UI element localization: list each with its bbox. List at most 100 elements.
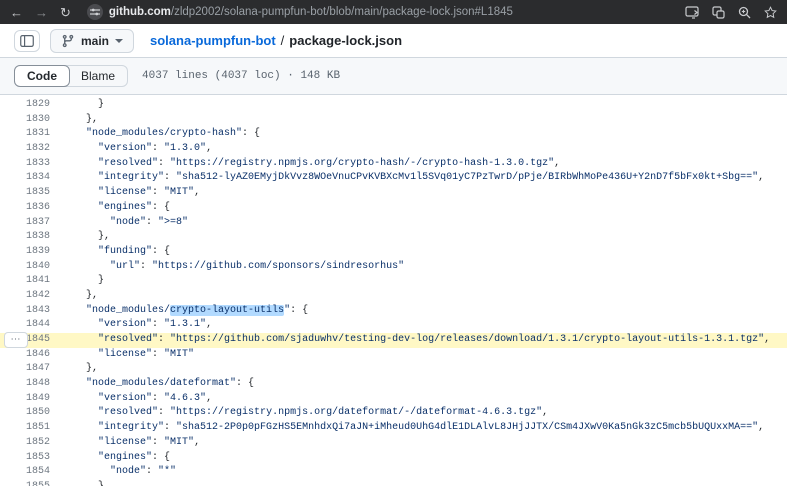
code-blame-toggle: Code Blame — [14, 65, 128, 87]
code-line: 1832 "version": "1.3.0", — [0, 142, 787, 157]
code-line: 1837 "node": ">=8" — [0, 216, 787, 231]
line-number[interactable]: 1851 — [0, 421, 50, 436]
code-line: 1834 "integrity": "sha512-lyAZ0EMyjDkVvz… — [0, 171, 787, 186]
code-line: 1831 "node_modules/crypto-hash": { — [0, 127, 787, 142]
line-content: "integrity": "sha512-2P0p0pFGzHS5EMnhdxQ… — [0, 421, 787, 436]
line-number[interactable]: 1831 — [0, 127, 50, 142]
breadcrumb-separator: / — [281, 33, 285, 48]
line-content: }, — [0, 289, 787, 304]
line-number[interactable]: 1849 — [0, 392, 50, 407]
line-number[interactable]: 1844 — [0, 318, 50, 333]
line-number[interactable]: 1837 — [0, 216, 50, 231]
line-number[interactable]: 1835 — [0, 186, 50, 201]
code-line: 1840 "url": "https://github.com/sponsors… — [0, 260, 787, 275]
git-branch-icon — [61, 34, 75, 48]
line-content: "version": "4.6.3", — [0, 392, 787, 407]
line-number[interactable]: 1834 — [0, 171, 50, 186]
code-lines: 1829 }1830 },1831 "node_modules/crypto-h… — [0, 95, 787, 486]
line-number[interactable]: 1836 — [0, 201, 50, 216]
line-number[interactable]: 1847 — [0, 362, 50, 377]
breadcrumb: solana-pumpfun-bot / package-lock.json — [150, 33, 402, 48]
line-number[interactable]: 1829 — [0, 98, 50, 113]
line-content: "license": "MIT", — [0, 186, 787, 201]
translate-icon[interactable] — [712, 6, 725, 19]
line-content: "engines": { — [0, 451, 787, 466]
address-bar[interactable]: github.com/zldp2002/solana-pumpfun-bot/b… — [87, 4, 673, 20]
forward-icon[interactable]: → — [35, 6, 48, 19]
code-line: 1855 } — [0, 480, 787, 486]
line-content: } — [0, 480, 787, 486]
file-meta-info: 4037 lines (4037 loc) · 148 KB — [142, 70, 340, 82]
code-line: 1833 "resolved": "https://registry.npmjs… — [0, 157, 787, 172]
breadcrumb-repo-link[interactable]: solana-pumpfun-bot — [150, 33, 276, 48]
code-line: 1851 "integrity": "sha512-2P0p0pFGzHS5EM… — [0, 421, 787, 436]
branch-selector[interactable]: main — [50, 29, 134, 53]
zoom-icon[interactable] — [738, 6, 751, 19]
line-number[interactable]: 1840 — [0, 260, 50, 275]
code-line: 1852 "license": "MIT", — [0, 436, 787, 451]
line-content: "resolved": "https://registry.npmjs.org/… — [0, 157, 787, 172]
code-line: 1841 } — [0, 274, 787, 289]
line-content: }, — [0, 113, 787, 128]
reload-icon[interactable]: ↻ — [60, 6, 71, 19]
line-content: "license": "MIT", — [0, 436, 787, 451]
code-line: 1839 "funding": { — [0, 245, 787, 260]
tab-code[interactable]: Code — [14, 65, 70, 87]
back-icon[interactable]: ← — [10, 6, 23, 19]
line-number[interactable]: 1853 — [0, 451, 50, 466]
line-content: "funding": { — [0, 245, 787, 260]
line-content: "resolved": "https://github.com/sjaduwhv… — [0, 333, 787, 348]
file-tree-toggle-button[interactable] — [14, 30, 40, 52]
code-line: 1849 "version": "4.6.3", — [0, 392, 787, 407]
bookmark-star-icon[interactable] — [764, 6, 777, 19]
line-number[interactable]: 1846 — [0, 348, 50, 363]
line-content: } — [0, 274, 787, 289]
browser-toolbar: ← → ↻ github.com/zldp2002/solana-pumpfun… — [0, 0, 787, 24]
line-number[interactable]: 1848 — [0, 377, 50, 392]
line-number[interactable]: 1841 — [0, 274, 50, 289]
code-line: 1846 "license": "MIT" — [0, 348, 787, 363]
tab-blame[interactable]: Blame — [69, 66, 127, 86]
code-line: 1842 }, — [0, 289, 787, 304]
line-number[interactable]: 1833 — [0, 157, 50, 172]
code-line: 1835 "license": "MIT", — [0, 186, 787, 201]
line-number[interactable]: 1839 — [0, 245, 50, 260]
line-content: "engines": { — [0, 201, 787, 216]
line-number[interactable]: 1842 — [0, 289, 50, 304]
line-content: "resolved": "https://registry.npmjs.org/… — [0, 406, 787, 421]
line-content: "node_modules/dateformat": { — [0, 377, 787, 392]
code-line: 1854 "node": "*" — [0, 465, 787, 480]
line-number[interactable]: 1838 — [0, 230, 50, 245]
line-number[interactable]: 1850 — [0, 406, 50, 421]
line-number[interactable]: 1854 — [0, 465, 50, 480]
code-line: 1848 "node_modules/dateformat": { — [0, 377, 787, 392]
line-content: "node": ">=8" — [0, 216, 787, 231]
line-content: }, — [0, 362, 787, 377]
code-line: 1844 "version": "1.3.1", — [0, 318, 787, 333]
line-content: "url": "https://github.com/sponsors/sind… — [0, 260, 787, 275]
breadcrumb-file-name: package-lock.json — [289, 33, 402, 48]
code-line: 1850 "resolved": "https://registry.npmjs… — [0, 406, 787, 421]
line-content: }, — [0, 230, 787, 245]
toolbar-actions — [685, 6, 777, 19]
code-line: 1829 } — [0, 98, 787, 113]
line-content: "version": "1.3.1", — [0, 318, 787, 333]
line-number[interactable]: 1852 — [0, 436, 50, 451]
line-content: "license": "MIT" — [0, 348, 787, 363]
site-info-icon[interactable] — [87, 4, 103, 20]
line-number[interactable]: 1855 — [0, 480, 50, 486]
line-number[interactable]: 1830 — [0, 113, 50, 128]
line-content: "node": "*" — [0, 465, 787, 480]
code-line: 1838 }, — [0, 230, 787, 245]
line-content: "version": "1.3.0", — [0, 142, 787, 157]
line-context-menu-button[interactable]: ⋯ — [4, 332, 28, 348]
code-line: 1853 "engines": { — [0, 451, 787, 466]
line-number[interactable]: 1832 — [0, 142, 50, 157]
line-content: "node_modules/crypto-hash": { — [0, 127, 787, 142]
blob-header: Code Blame 4037 lines (4037 loc) · 148 K… — [0, 58, 787, 95]
line-number[interactable]: 1843 — [0, 304, 50, 319]
code-line: 1830 }, — [0, 113, 787, 128]
send-to-device-icon[interactable] — [685, 6, 699, 19]
url-host: github.com — [109, 6, 171, 18]
code-line: 1843 "node_modules/crypto-layout-utils":… — [0, 304, 787, 319]
